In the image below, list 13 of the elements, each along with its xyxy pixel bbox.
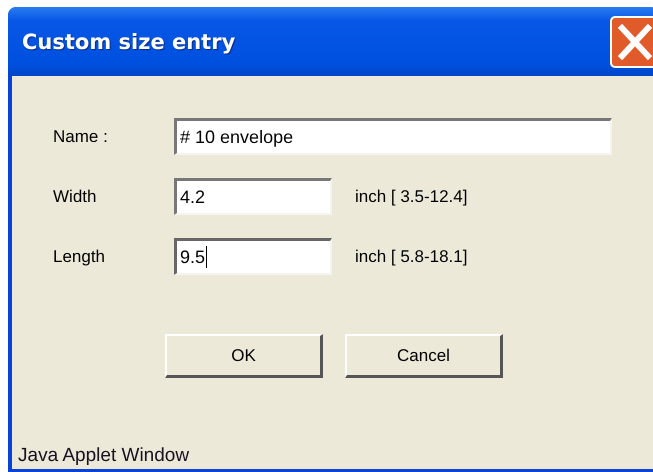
text-field[interactable]: 9.5 (174, 238, 332, 275)
text-field[interactable]: # 10 envelope (174, 118, 612, 155)
unit-range-label: inch [ 3.5-12.4] (354, 186, 468, 206)
field-label: Length (53, 246, 106, 266)
field-label: Width (53, 186, 98, 206)
window-title: Custom size entry (22, 30, 236, 54)
unit-range-label: inch [ 5.8-18.1] (354, 246, 468, 266)
dialog-button[interactable]: OK (165, 334, 323, 378)
field-label: Name : (53, 126, 109, 146)
dialog-button[interactable]: Cancel (345, 334, 503, 378)
close-icon[interactable] (610, 16, 653, 68)
status-text: Java Applet Window (18, 445, 190, 467)
text-field[interactable]: 4.2 (174, 178, 332, 215)
